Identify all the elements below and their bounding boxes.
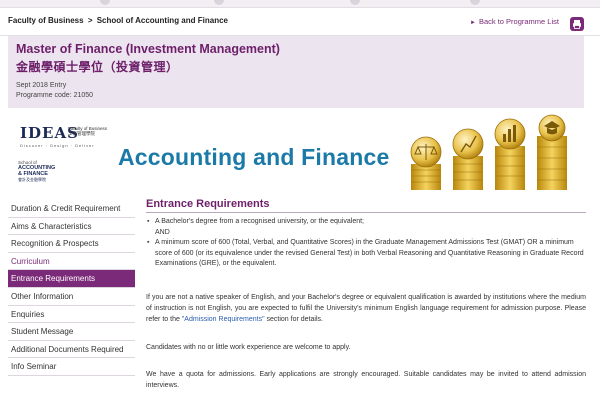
triangle-right-icon: ► [470, 20, 476, 26]
nav-dot [470, 0, 480, 5]
coin-stack-1 [410, 136, 442, 190]
nav-dot [214, 0, 224, 5]
sidebar-item-enquiries[interactable]: Enquiries [8, 306, 135, 324]
back-to-programme-list-link[interactable]: ► Back to Programme List [470, 17, 559, 26]
ideas-tagline: Discover · Design · Deliver [20, 143, 95, 148]
nav-dot [350, 0, 360, 5]
print-button[interactable] [570, 17, 584, 31]
programme-title-en: Master of Finance (Investment Management… [16, 42, 280, 56]
coin-stacks-illustration [410, 114, 567, 190]
breadcrumb-school[interactable]: School of Accounting and Finance [97, 16, 228, 25]
main-content: Entrance Requirements A Bachelor's degre… [146, 198, 586, 391]
requirements-list-2: A minimum score of 600 (Total, Verbal, a… [146, 238, 586, 270]
ideas-faculty-zh: 工商管理學院 [68, 131, 95, 136]
printer-icon [573, 20, 581, 29]
coin-stack-3 [494, 118, 526, 190]
programme-entry: Sept 2018 Entry [16, 82, 67, 89]
sidebar-item-duration[interactable]: Duration & Credit Requirement [8, 200, 135, 218]
coin-stack-2 [452, 128, 484, 190]
para1-text-end: section for details. [264, 315, 323, 323]
sidebar-item-curriculum[interactable]: Curriculum [8, 253, 135, 271]
sidebar-nav: Duration & Credit Requirement Aims & Cha… [8, 200, 135, 376]
sidebar-item-recognition[interactable]: Recognition & Prospects [8, 235, 135, 253]
breadcrumb-faculty[interactable]: Faculty of Business [8, 16, 84, 25]
sidebar-item-additional-documents[interactable]: Additional Documents Required [8, 341, 135, 359]
ideas-faculty-text: Faculty of Business 工商管理學院 [68, 126, 108, 136]
department-banner: IDEAS Faculty of Business 工商管理學院 Discove… [8, 110, 584, 194]
ideas-logo: IDEAS Faculty of Business 工商管理學院 Discove… [20, 124, 107, 148]
nav-dot [100, 0, 110, 5]
section-title: Entrance Requirements [146, 198, 586, 213]
breadcrumb-bar: Faculty of Business > School of Accounti… [0, 8, 600, 36]
breadcrumb-separator: > [87, 16, 93, 25]
sidebar-item-aims[interactable]: Aims & Characteristics [8, 218, 135, 236]
sidebar-item-student-message[interactable]: Student Message [8, 323, 135, 341]
sidebar-item-other-information[interactable]: Other Information [8, 288, 135, 306]
requirement-item: A Bachelor's degree from a recognised un… [146, 217, 586, 228]
quota-paragraph: We have a quota for admissions. Early ap… [146, 370, 586, 389]
sidebar-item-entrance-requirements[interactable]: Entrance Requirements [8, 270, 135, 288]
back-link-label: Back to Programme List [478, 17, 559, 26]
sidebar-item-info-seminar[interactable]: Info Seminar [8, 358, 135, 376]
breadcrumb: Faculty of Business > School of Accounti… [8, 16, 228, 25]
requirements-list: A Bachelor's degree from a recognised un… [146, 217, 586, 228]
english-requirement-paragraph: If you are not a native speaker of Engli… [146, 292, 586, 325]
work-experience-paragraph: Candidates with no or little work experi… [146, 343, 351, 351]
requirement-item: A minimum score of 600 (Total, Verbal, a… [146, 238, 586, 270]
school-logo-line4: 會計及金融學院 [18, 177, 46, 182]
programme-code: Programme code: 21050 [16, 92, 94, 99]
coin-stack-4 [537, 114, 567, 190]
admission-requirements-link[interactable]: "Admission Requirements" [182, 316, 265, 323]
programme-header: Master of Finance (Investment Management… [8, 36, 584, 108]
programme-title-zh: 金融學碩士學位（投資管理） [16, 60, 179, 74]
and-text: AND [155, 228, 170, 236]
school-logo: School of ACCOUNTING & FINANCE 會計及金融學院 [18, 160, 62, 183]
top-strip [0, 0, 600, 8]
banner-title: Accounting and Finance [118, 144, 390, 170]
